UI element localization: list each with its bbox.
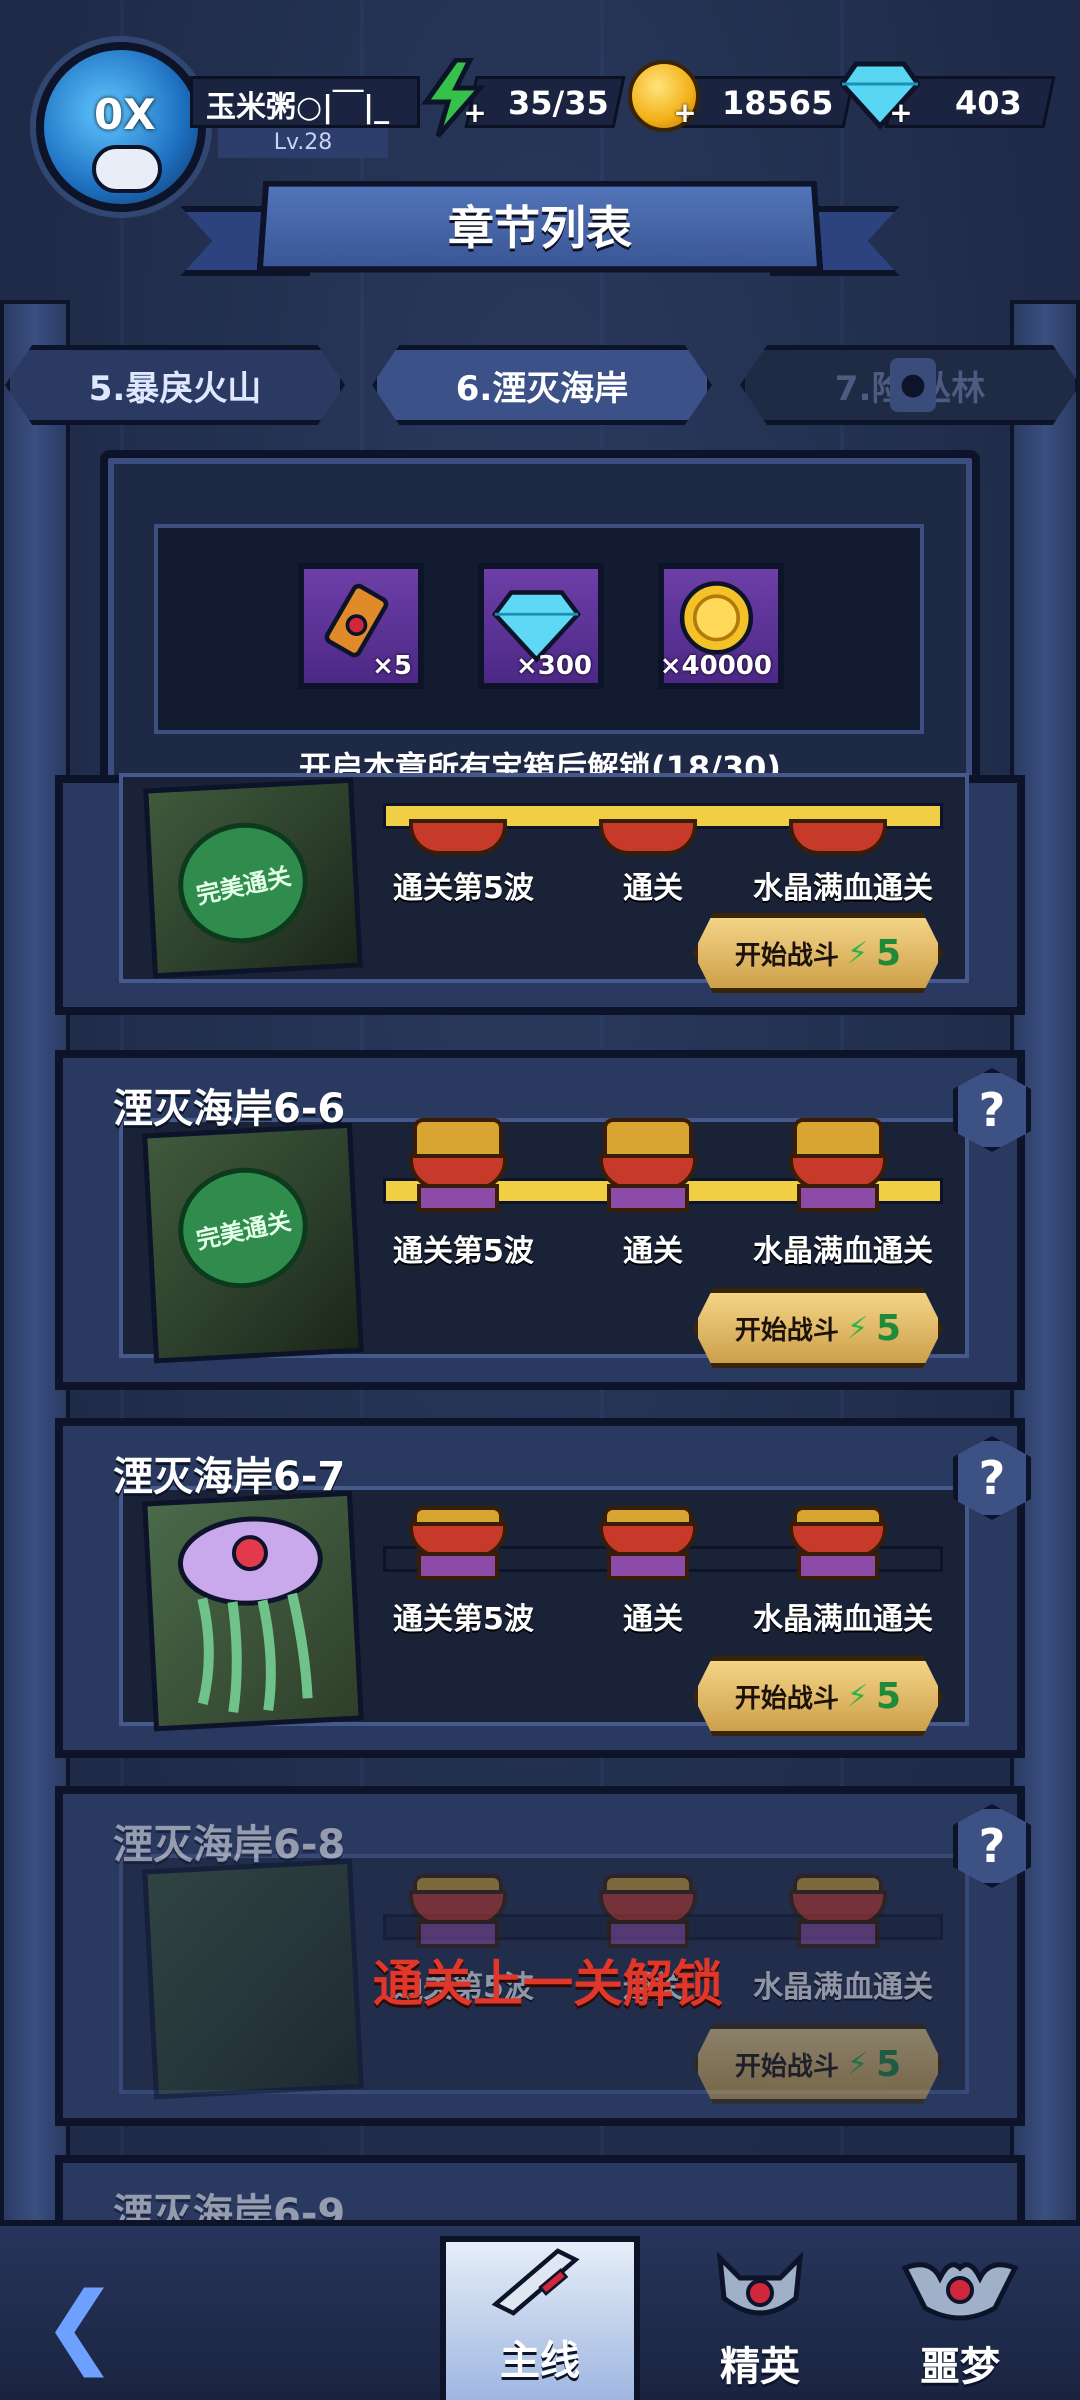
back-arrow-icon[interactable]: ❮ bbox=[20, 2276, 140, 2376]
player-level: Lv.28 bbox=[218, 128, 388, 158]
energy-cost: 5 bbox=[876, 2043, 902, 2085]
avatar-badge: 0X bbox=[94, 90, 156, 139]
start-battle-button[interactable]: 开始战斗 ⚡ 5 bbox=[693, 1656, 943, 1736]
reward-coin-count: ×40000 bbox=[659, 651, 772, 681]
chest-label: 通关第5波 bbox=[393, 1234, 534, 1269]
nav-nightmare-tab[interactable]: 噩梦 bbox=[860, 2236, 1060, 2400]
chapter-tab-6[interactable]: 6.湮灭海岸 bbox=[372, 345, 712, 425]
bottom-nav: ❮ 主线 精英 噩梦 bbox=[0, 2220, 1080, 2400]
nightmare-bat-icon bbox=[901, 2262, 1019, 2321]
start-battle-button[interactable]: 开始战斗 ⚡ 5 bbox=[693, 913, 943, 993]
reward-gem-count: ×300 bbox=[515, 651, 592, 681]
page-title: 章节列表 bbox=[448, 201, 632, 255]
level-card-6-8: 湮灭海岸6-8 通关第5波 通关 水晶满血通关 开始战斗 ⚡ 5 ? 通关上一关… bbox=[55, 1786, 1031, 2126]
chest-closed-icon bbox=[783, 1854, 893, 1950]
level-card-6-6: 湮灭海岸6-6 完美通关 通关第5波 通关 水晶满血通关 开始战斗 ⚡ 5 ? bbox=[55, 1050, 1031, 1390]
start-battle-label: 开始战斗 bbox=[734, 1315, 839, 1346]
chapter-reward-panel: ×5 ×300 ×40000 开启本章所有宝箱后解锁(18/30) bbox=[100, 450, 980, 800]
chest-label: 通关 bbox=[623, 1602, 683, 1637]
level-thumbnail[interactable] bbox=[142, 1490, 364, 1732]
energy-icon: ⚡ bbox=[846, 1678, 869, 1714]
chest-label: 通关第5波 bbox=[393, 1602, 534, 1637]
add-gem-icon[interactable]: + bbox=[888, 99, 914, 127]
nav-main-label: 主线 bbox=[500, 2338, 580, 2384]
level-card-6-5: 完美通关 通关第5波 通关 水晶满血通关 开始战斗 ⚡ 5 bbox=[55, 773, 1025, 1015]
nav-elite-label: 精英 bbox=[720, 2344, 800, 2390]
energy-icon: ⚡ bbox=[846, 2046, 869, 2082]
coin-value: 18565 bbox=[722, 84, 834, 122]
start-battle-label: 开始战斗 bbox=[734, 1683, 839, 1714]
chest-label: 水晶满血通关 bbox=[753, 871, 933, 906]
level-card-6-7: 湮灭海岸6-7 通关第5波 通关 水晶满血通关 开始战斗 ⚡ 5 ? bbox=[55, 1418, 1031, 1758]
chest-label: 通关第5波 bbox=[393, 871, 534, 906]
start-battle-label: 开始战斗 bbox=[734, 940, 839, 971]
start-battle-label: 开始战斗 bbox=[734, 2051, 839, 2082]
sword-icon bbox=[491, 2248, 580, 2316]
energy-icon: ⚡ bbox=[846, 935, 869, 971]
chest-closed-icon bbox=[403, 1854, 513, 1950]
chest-label: 通关 bbox=[623, 871, 683, 906]
reward-coin[interactable]: ×40000 bbox=[658, 563, 784, 689]
reward-scroll-count: ×5 bbox=[372, 651, 412, 681]
add-energy-icon[interactable]: + bbox=[462, 99, 488, 127]
chest-open-icon[interactable] bbox=[593, 1118, 703, 1214]
page-title-banner: 章节列表 bbox=[180, 170, 900, 280]
start-battle-button: 开始战斗 ⚡ 5 bbox=[693, 2024, 943, 2104]
nav-nightmare-label: 噩梦 bbox=[920, 2344, 1000, 2390]
chest-label: 通关 bbox=[623, 1234, 683, 1269]
chest-closed-icon[interactable] bbox=[783, 1486, 893, 1582]
avatar-face bbox=[92, 145, 162, 193]
chest-closed-icon bbox=[593, 1854, 703, 1950]
chest-open-icon[interactable] bbox=[783, 1118, 893, 1214]
player-name: 玉米粥○|￣|_ bbox=[206, 90, 390, 125]
energy-cost: 5 bbox=[876, 1675, 902, 1717]
chest-closed-icon[interactable] bbox=[593, 1486, 703, 1582]
level-lock-text: 通关上一关解锁 bbox=[373, 1955, 723, 2013]
reward-gem[interactable]: ×300 bbox=[478, 563, 604, 689]
add-coin-icon[interactable]: + bbox=[672, 99, 698, 127]
energy-value: 35/35 bbox=[508, 84, 609, 122]
chest-open-icon[interactable] bbox=[403, 1118, 513, 1214]
energy-cost: 5 bbox=[876, 932, 902, 974]
reward-scroll[interactable]: ×5 bbox=[298, 563, 424, 689]
chapter-tab-5[interactable]: 5.暴戾火山 bbox=[5, 345, 345, 425]
elite-demon-icon bbox=[716, 2251, 804, 2316]
start-battle-button[interactable]: 开始战斗 ⚡ 5 bbox=[693, 1288, 943, 1368]
jellyfish-icon bbox=[177, 1516, 323, 1713]
lock-icon: ● bbox=[890, 358, 936, 412]
gem-value: 403 bbox=[955, 84, 1022, 122]
energy-cost: 5 bbox=[876, 1307, 902, 1349]
chest-label: 水晶满血通关 bbox=[753, 1234, 933, 1269]
chest-closed-icon[interactable] bbox=[403, 1486, 513, 1582]
nav-elite-tab[interactable]: 精英 bbox=[660, 2236, 860, 2400]
energy-icon: ⚡ bbox=[846, 1310, 869, 1346]
chest-label: 水晶满血通关 bbox=[753, 1602, 933, 1637]
nav-main-tab[interactable]: 主线 bbox=[440, 2236, 640, 2400]
